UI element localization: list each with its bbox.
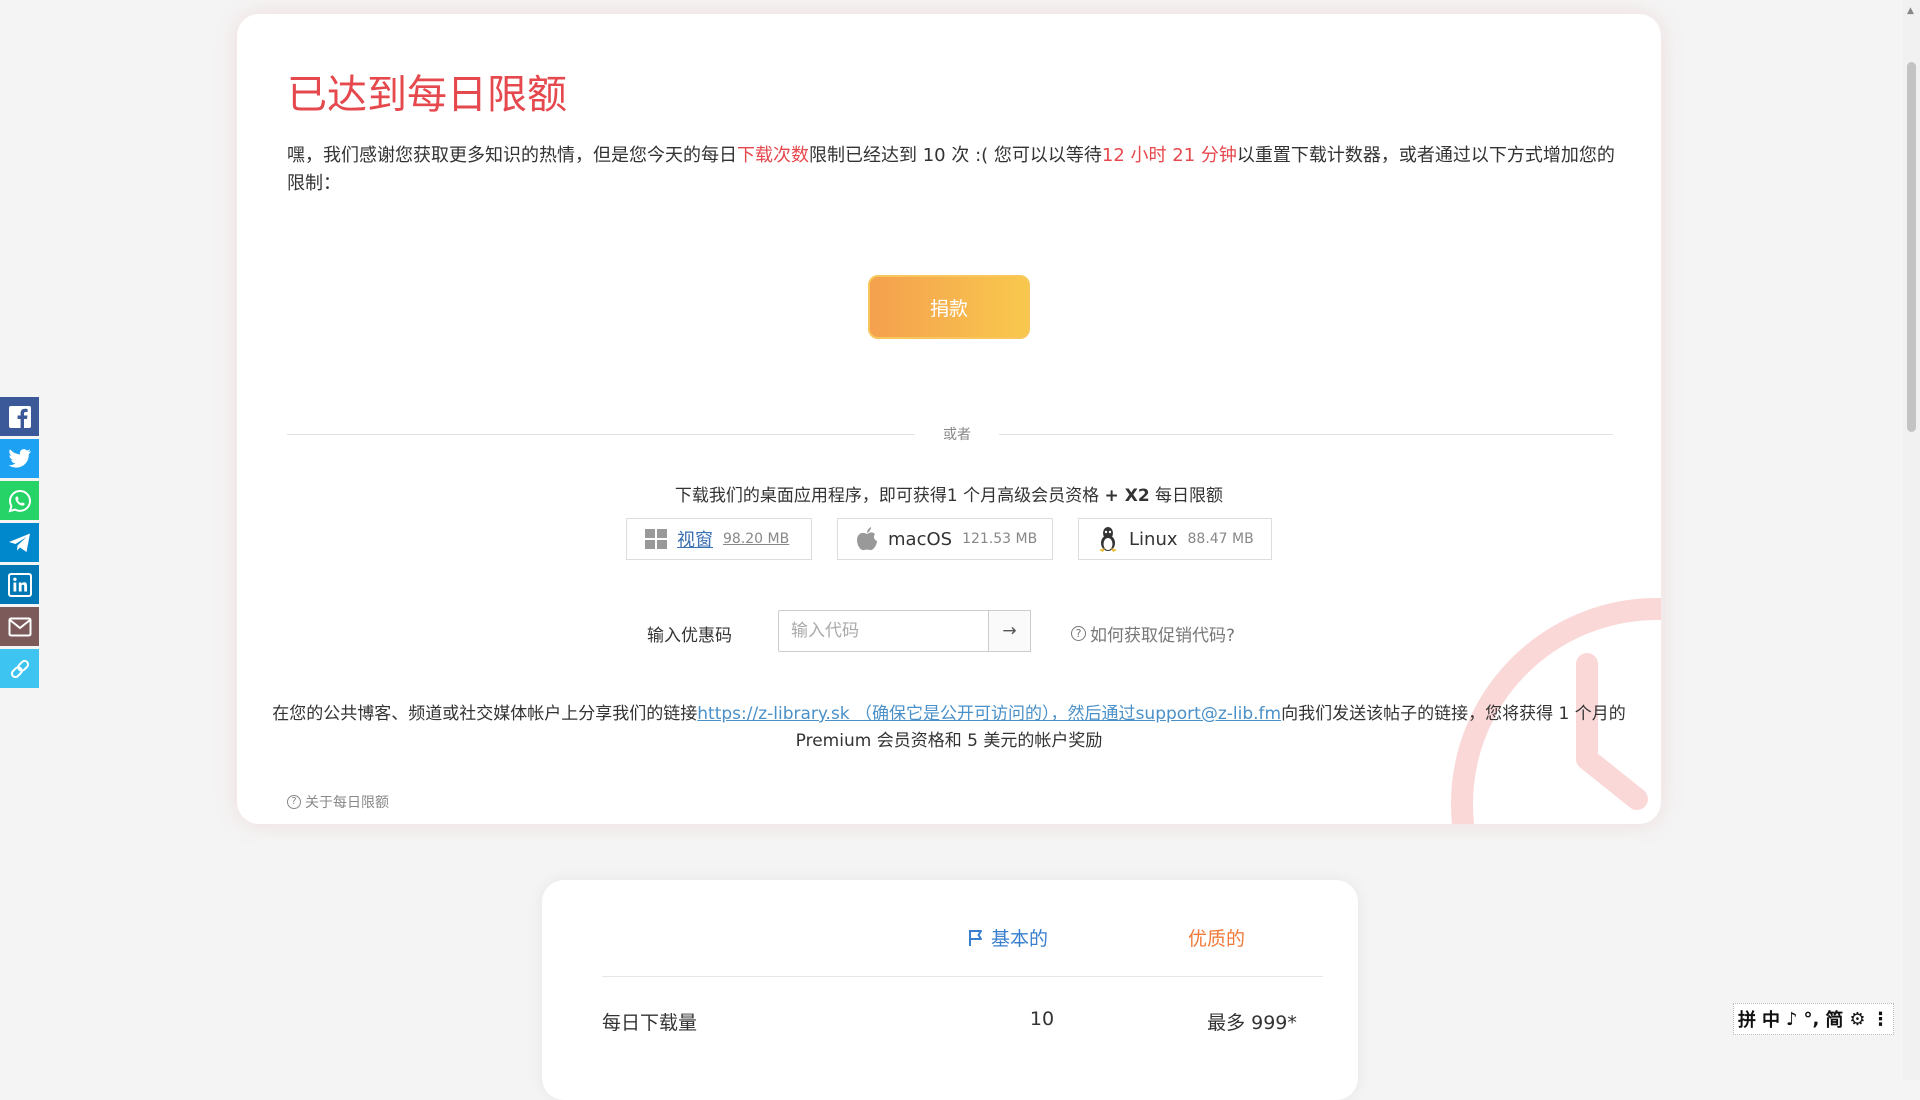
or-divider: 或者: [287, 424, 1613, 444]
question-icon: ?: [287, 795, 301, 809]
daily-limit-card: 已达到每日限额 嘿，我们感谢您获取更多知识的热情，但是您今天的每日下载次数限制已…: [237, 14, 1661, 824]
macos-label: macOS: [888, 528, 953, 550]
msg-highlight-wait-time: 12 小时 21 分钟: [1101, 145, 1237, 166]
telegram-icon: [8, 533, 30, 552]
about-daily-limit-link[interactable]: ? 关于每日限额: [287, 792, 389, 812]
ime-more-icon[interactable]: ⋮: [1871, 1009, 1889, 1030]
twitter-icon: [8, 448, 31, 468]
linkedin-icon: [7, 572, 32, 597]
macos-download-button[interactable]: macOS 121.53 MB: [837, 518, 1053, 560]
comparison-divider: [602, 976, 1323, 977]
flag-icon: [969, 929, 982, 946]
windows-download-button[interactable]: 视窗 98.20 MB: [626, 518, 812, 560]
divider-line-left: [287, 434, 915, 435]
social-share-sidebar: [0, 397, 39, 691]
basic-plan-label: 基本的: [991, 928, 1049, 950]
link-icon: [10, 659, 29, 678]
app-title-bold: + X2: [1104, 486, 1150, 506]
windows-icon: [645, 529, 667, 549]
promo-code-input[interactable]: [778, 610, 988, 652]
promo-help-text: 如何获取促销代码?: [1090, 626, 1236, 646]
premium-plan-label: 优质的: [1188, 928, 1246, 950]
linux-download-button[interactable]: Linux 88.47 MB: [1078, 518, 1272, 560]
linux-icon: [1099, 527, 1117, 552]
macos-size: 121.53 MB: [962, 531, 1038, 547]
ime-chinese-mode-icon[interactable]: 中: [1762, 1006, 1780, 1032]
ime-simplified-icon[interactable]: 简: [1825, 1006, 1843, 1032]
apple-icon: [857, 527, 877, 551]
facebook-icon: [8, 405, 31, 428]
about-text: 关于每日限额: [305, 795, 389, 811]
zlibrary-link[interactable]: https://z-library.sk （确保它是公开可访问的），然后通过: [697, 704, 1135, 724]
page-title: 已达到每日限额: [287, 72, 567, 118]
promo-help-link[interactable]: ? 如何获取促销代码?: [1071, 621, 1235, 646]
desktop-app-buttons: 视窗 98.20 MB macOS 121.53 MB Linux 88.47 …: [626, 518, 1272, 562]
msg-highlight-downloads: 下载次数: [737, 145, 809, 166]
premium-daily-downloads: 最多 999*: [1207, 1012, 1297, 1034]
linux-label: Linux: [1129, 528, 1178, 550]
telegram-share-button[interactable]: [0, 523, 39, 562]
share-offer-text: 在您的公共博客、频道或社交媒体帐户上分享我们的链接https://z-libra…: [237, 701, 1661, 755]
ime-punctuation-icon[interactable]: °,: [1804, 1009, 1820, 1030]
basic-daily-downloads: 10: [1029, 1008, 1055, 1030]
copy-link-button[interactable]: [0, 649, 39, 688]
promo-submit-button[interactable]: →: [988, 610, 1031, 652]
whatsapp-share-button[interactable]: [0, 481, 39, 520]
email-share-button[interactable]: [0, 607, 39, 646]
linkedin-share-button[interactable]: [0, 565, 39, 604]
scroll-up-arrow-icon[interactable]: ▲: [1907, 6, 1914, 16]
ime-pinyin-icon[interactable]: 拼: [1738, 1006, 1756, 1032]
share-text-1: 在您的公共博客、频道或社交媒体帐户上分享我们的链接: [272, 704, 698, 724]
app-title-text-1: 下载我们的桌面应用程序，即可获得1 个月高级会员资格: [674, 486, 1105, 506]
ime-toolbar: 拼 中 ♪ °, 简 ⚙ ⋮: [1733, 1003, 1895, 1035]
divider-line-right: [999, 434, 1613, 435]
ime-moon-icon[interactable]: ♪: [1786, 1009, 1798, 1030]
or-text: 或者: [943, 427, 971, 443]
windows-size: 98.20 MB: [723, 531, 790, 547]
plan-comparison-card: 基本的 优质的 每日下载量 10 最多 999*: [542, 880, 1358, 1100]
basic-plan-header: 基本的: [967, 924, 1048, 951]
promo-code-label: 输入优惠码: [647, 626, 732, 646]
linux-size: 88.47 MB: [1187, 531, 1254, 547]
desktop-app-title: 下载我们的桌面应用程序，即可获得1 个月高级会员资格 + X2 每日限额: [237, 481, 1661, 506]
scroll-thumb[interactable]: [1907, 62, 1916, 432]
ime-settings-icon[interactable]: ⚙: [1849, 1009, 1865, 1030]
windows-label: 视窗: [677, 530, 713, 551]
app-title-text-2: 每日限额: [1149, 486, 1224, 506]
page-scrollbar[interactable]: ▲: [1903, 0, 1920, 1080]
limit-message: 嘿，我们感谢您获取更多知识的热情，但是您今天的每日下载次数限制已经达到 10 次…: [287, 142, 1627, 198]
whatsapp-icon: [8, 489, 31, 512]
support-email-link[interactable]: support@z-lib.fm: [1136, 704, 1282, 724]
daily-downloads-label: 每日下载量: [602, 1012, 698, 1034]
facebook-share-button[interactable]: [0, 397, 39, 436]
msg-text-2: 限制已经达到 10 次 :( 您可以以等待: [809, 145, 1102, 166]
donate-button[interactable]: 捐款: [868, 275, 1030, 339]
email-icon: [8, 617, 31, 636]
question-icon: ?: [1071, 626, 1086, 641]
twitter-share-button[interactable]: [0, 439, 39, 478]
msg-text-1: 嘿，我们感谢您获取更多知识的热情，但是您今天的每日: [287, 145, 737, 166]
